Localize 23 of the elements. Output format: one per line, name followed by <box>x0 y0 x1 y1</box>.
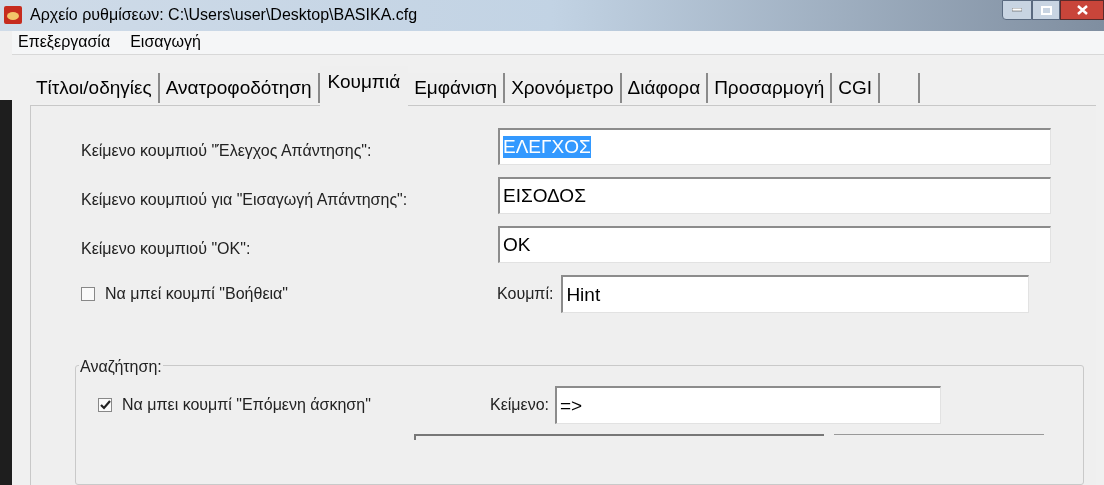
maximize-button[interactable] <box>1032 0 1060 20</box>
text-field[interactable]: Hint <box>561 275 1030 313</box>
field-label: Να μπει κουμπί "Επόμενη άσκηση" <box>122 395 372 415</box>
checkbox[interactable] <box>81 287 95 301</box>
menu-item[interactable]: Επεξεργασία <box>14 30 115 55</box>
text-field[interactable]: OK <box>498 226 1051 263</box>
app-icon <box>3 5 23 26</box>
field-label: Κείμενο κουμπιού "ΟΚ": <box>81 238 252 259</box>
text-field[interactable]: => <box>555 386 941 424</box>
text-field[interactable]: ΕΙΣΟΔΟΣ <box>498 177 1051 214</box>
field-label: Να μπεί κουμπί "Βοήθεια" <box>105 284 289 304</box>
window-title: Αρχείο ρυθμίσεων: C:\Users\user\Desktop\BASIKA.cfg <box>30 5 418 26</box>
close-button[interactable] <box>1060 0 1104 20</box>
maximize-icon <box>1040 5 1052 15</box>
field-label: Κείμενο κουμπιού "Έλεγχος Απάντησης": <box>81 140 373 161</box>
menu-item[interactable]: Εισαγωγή <box>126 30 205 55</box>
field-label: Κουμπί: <box>497 284 554 304</box>
minimize-button[interactable] <box>1002 0 1032 20</box>
field-label: Κείμενο: <box>490 395 551 415</box>
close-icon <box>1076 5 1088 15</box>
checkbox[interactable] <box>98 398 112 412</box>
minimize-icon <box>1012 8 1022 12</box>
field-label: Κείμενο κουμπιού για "Εισαγωγή Απάντησης": <box>81 189 409 210</box>
